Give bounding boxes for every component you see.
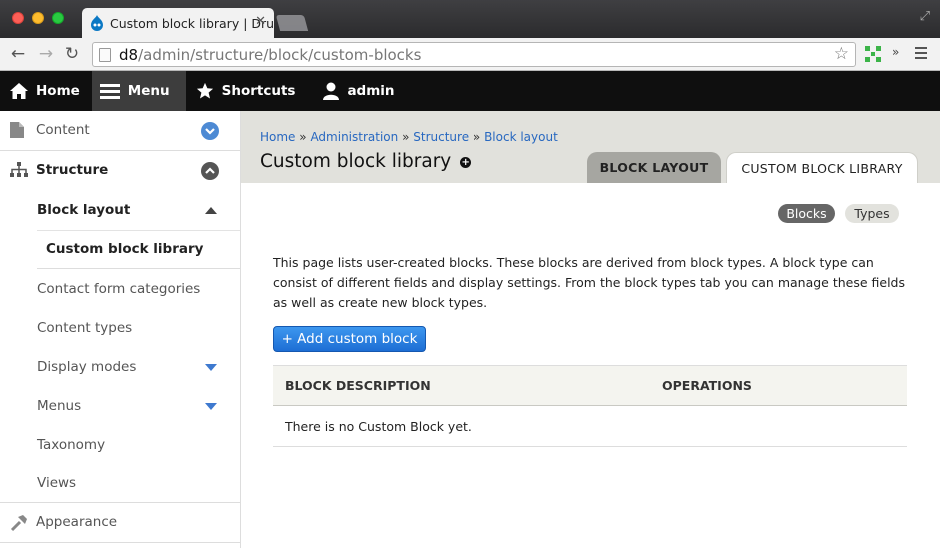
- reload-icon[interactable]: ↻: [62, 44, 82, 64]
- chevron-up-icon[interactable]: [201, 161, 219, 180]
- toolbar-shortcuts[interactable]: Shortcuts: [186, 71, 308, 111]
- toolbar-menu-label: Menu: [127, 83, 170, 99]
- tab-label: BLOCK LAYOUT: [599, 160, 709, 175]
- secondary-tab-blocks[interactable]: Blocks: [778, 204, 835, 223]
- bookmark-star-icon[interactable]: ☆: [834, 44, 849, 64]
- star-icon: [196, 82, 214, 100]
- url-host: d8: [119, 45, 139, 64]
- toolbar-user[interactable]: admin: [307, 71, 406, 111]
- admin-menu-tray: Content Structure Block layout Custom bl…: [0, 111, 241, 548]
- secondary-tab-label: Blocks: [786, 206, 827, 221]
- sitemap-icon: [10, 161, 28, 177]
- column-header-operations: OPERATIONS: [662, 378, 752, 393]
- sidebar-item-label: Custom block library: [46, 241, 204, 258]
- page-header: Home » Administration » Structure » Bloc…: [241, 111, 940, 183]
- more-extensions-icon[interactable]: »: [892, 45, 899, 59]
- url-path: /admin/structure/block/custom-blocks: [138, 45, 422, 64]
- page-icon: [99, 47, 111, 62]
- sidebar-item-label: Taxonomy: [37, 436, 106, 453]
- sidebar-item-custom-block-library[interactable]: Custom block library: [37, 229, 240, 269]
- forward-arrow-icon[interactable]: →: [36, 44, 56, 64]
- secondary-tab-types[interactable]: Types: [845, 204, 899, 223]
- hamburger-icon: [99, 83, 120, 99]
- breadcrumb-separator: »: [402, 130, 410, 144]
- browser-menu-icon[interactable]: [915, 47, 927, 62]
- breadcrumb: Home » Administration » Structure » Bloc…: [260, 130, 558, 144]
- minimize-window-button[interactable]: [32, 12, 44, 24]
- sidebar-item-menus[interactable]: Menus: [0, 386, 240, 425]
- hammer-icon: [10, 515, 27, 532]
- main-content: Blocks Types This page lists user-create…: [241, 183, 940, 548]
- extension-icon[interactable]: [864, 45, 882, 63]
- add-custom-block-button[interactable]: + Add custom block: [273, 326, 426, 352]
- sidebar-item-views[interactable]: Views: [0, 464, 240, 503]
- breadcrumb-structure[interactable]: Structure: [413, 130, 469, 144]
- fullscreen-icon[interactable]: ⤢: [920, 9, 930, 24]
- sidebar-item-label: Content: [36, 122, 90, 139]
- table-empty-row: There is no Custom Block yet.: [273, 406, 907, 447]
- breadcrumb-separator: »: [472, 130, 481, 144]
- page-title: Custom block library +: [260, 151, 472, 172]
- tab-custom-block-library[interactable]: CUSTOM BLOCK LIBRARY: [726, 152, 918, 183]
- breadcrumb-home[interactable]: Home: [260, 130, 295, 144]
- empty-message: There is no Custom Block yet.: [285, 418, 472, 434]
- breadcrumb-administration[interactable]: Administration: [310, 130, 398, 144]
- toolbar-home-label: Home: [36, 83, 80, 99]
- sidebar-item-taxonomy[interactable]: Taxonomy: [0, 425, 240, 464]
- sidebar-item-label: Block layout: [37, 201, 131, 218]
- sidebar-item-label: Contact form categories: [37, 280, 201, 297]
- zoom-window-button[interactable]: [52, 12, 64, 24]
- toolbar-user-label: admin: [347, 83, 395, 99]
- column-header-block-description: BLOCK DESCRIPTION: [285, 378, 431, 393]
- add-shortcut-icon[interactable]: +: [460, 157, 472, 168]
- file-icon: [10, 122, 24, 138]
- page-description: This page lists user-created blocks. The…: [273, 255, 906, 310]
- toolbar-shortcuts-label: Shortcuts: [221, 83, 296, 99]
- home-icon: [10, 83, 28, 99]
- page-title-text: Custom block library: [260, 151, 452, 172]
- tab-block-layout[interactable]: BLOCK LAYOUT: [587, 152, 721, 183]
- sidebar-item-display-modes[interactable]: Display modes: [0, 347, 240, 386]
- browser-titlebar: Custom block library | Dru ✕ ⤢: [0, 0, 940, 38]
- breadcrumb-block-layout[interactable]: Block layout: [484, 130, 558, 144]
- triangle-down-icon[interactable]: [205, 364, 217, 371]
- chevron-down-icon[interactable]: [201, 122, 219, 140]
- sidebar-item-label: Appearance: [36, 514, 118, 531]
- browser-tab-title: Custom block library | Dru: [110, 15, 274, 31]
- sidebar-item-label: Structure: [36, 162, 109, 179]
- sidebar-item-label: Views: [37, 475, 77, 491]
- triangle-up-icon[interactable]: [205, 207, 217, 214]
- sidebar-item-structure[interactable]: Structure: [0, 151, 240, 191]
- breadcrumb-separator: »: [299, 130, 307, 144]
- custom-blocks-table: BLOCK DESCRIPTION OPERATIONS There is no…: [273, 365, 907, 447]
- drupal-favicon-icon: [91, 15, 103, 31]
- new-tab-button[interactable]: [275, 15, 309, 31]
- sidebar-item-label: Display modes: [37, 358, 137, 375]
- triangle-down-icon[interactable]: [205, 403, 217, 410]
- tab-close-icon[interactable]: ✕: [255, 14, 266, 29]
- secondary-tab-label: Types: [854, 206, 890, 221]
- sidebar-item-label: Menus: [37, 397, 82, 414]
- table-header: BLOCK DESCRIPTION OPERATIONS: [273, 365, 907, 406]
- address-bar[interactable]: d8/admin/structure/block/custom-blocks ☆: [92, 42, 856, 67]
- sidebar-item-appearance[interactable]: Appearance: [0, 503, 240, 543]
- user-icon: [323, 82, 340, 100]
- browser-toolbar: ← → ↻ d8/admin/structure/block/custom-bl…: [0, 38, 940, 71]
- sidebar-item-label: Content types: [37, 319, 133, 336]
- toolbar-menu[interactable]: Menu: [91, 71, 186, 111]
- sidebar-item-content-types[interactable]: Content types: [0, 309, 240, 348]
- sidebar-item-content[interactable]: Content: [0, 111, 240, 151]
- close-window-button[interactable]: [12, 12, 24, 24]
- drupal-toolbar: Home Menu Shortcuts admin: [0, 71, 940, 111]
- sidebar-item-contact-form-categories[interactable]: Contact form categories: [0, 269, 240, 309]
- sidebar-item-block-layout[interactable]: Block layout: [0, 190, 240, 230]
- tab-label: CUSTOM BLOCK LIBRARY: [741, 160, 903, 176]
- toolbar-home[interactable]: Home: [0, 71, 92, 111]
- browser-tab-active[interactable]: Custom block library | Dru ✕: [82, 8, 274, 38]
- back-arrow-icon[interactable]: ←: [8, 44, 28, 64]
